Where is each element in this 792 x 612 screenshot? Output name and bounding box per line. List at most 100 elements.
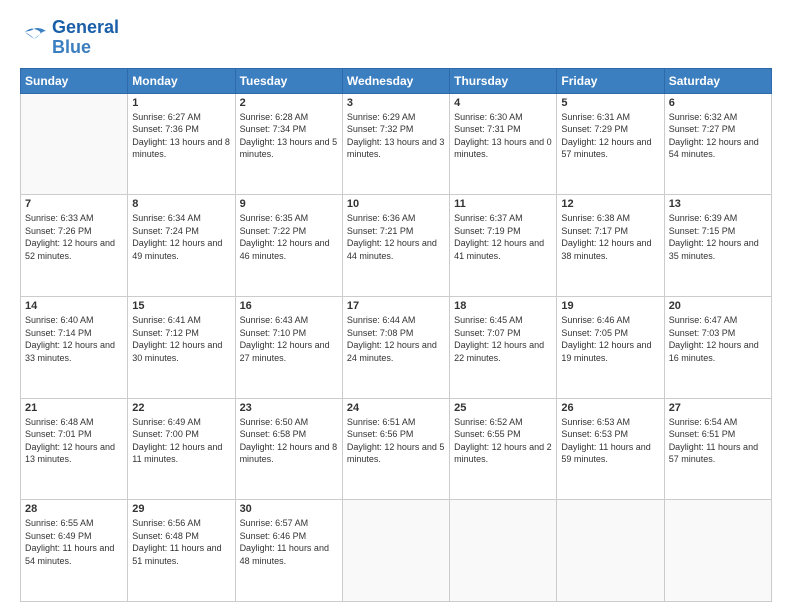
logo-icon <box>20 27 48 49</box>
day-info: Sunrise: 6:31 AMSunset: 7:29 PMDaylight:… <box>561 111 659 161</box>
day-info: Sunrise: 6:39 AMSunset: 7:15 PMDaylight:… <box>669 212 767 262</box>
day-cell: 17 Sunrise: 6:44 AMSunset: 7:08 PMDaylig… <box>342 296 449 398</box>
day-cell: 28 Sunrise: 6:55 AMSunset: 6:49 PMDaylig… <box>21 500 128 602</box>
day-cell: 18 Sunrise: 6:45 AMSunset: 7:07 PMDaylig… <box>450 296 557 398</box>
day-number: 28 <box>25 503 123 515</box>
day-cell: 12 Sunrise: 6:38 AMSunset: 7:17 PMDaylig… <box>557 195 664 297</box>
day-info: Sunrise: 6:50 AMSunset: 6:58 PMDaylight:… <box>240 416 338 466</box>
day-info: Sunrise: 6:54 AMSunset: 6:51 PMDaylight:… <box>669 416 767 466</box>
day-cell: 8 Sunrise: 6:34 AMSunset: 7:24 PMDayligh… <box>128 195 235 297</box>
day-number: 20 <box>669 300 767 312</box>
logo-text-line2: Blue <box>52 38 119 58</box>
day-info: Sunrise: 6:47 AMSunset: 7:03 PMDaylight:… <box>669 314 767 364</box>
day-number: 13 <box>669 198 767 210</box>
day-number: 17 <box>347 300 445 312</box>
day-number: 23 <box>240 402 338 414</box>
day-cell <box>664 500 771 602</box>
day-number: 26 <box>561 402 659 414</box>
day-info: Sunrise: 6:40 AMSunset: 7:14 PMDaylight:… <box>25 314 123 364</box>
day-info: Sunrise: 6:33 AMSunset: 7:26 PMDaylight:… <box>25 212 123 262</box>
day-cell: 4 Sunrise: 6:30 AMSunset: 7:31 PMDayligh… <box>450 93 557 195</box>
day-info: Sunrise: 6:37 AMSunset: 7:19 PMDaylight:… <box>454 212 552 262</box>
day-cell: 30 Sunrise: 6:57 AMSunset: 6:46 PMDaylig… <box>235 500 342 602</box>
day-cell: 16 Sunrise: 6:43 AMSunset: 7:10 PMDaylig… <box>235 296 342 398</box>
col-sunday: Sunday <box>21 68 128 93</box>
day-number: 12 <box>561 198 659 210</box>
header: General Blue <box>20 18 772 58</box>
day-number: 7 <box>25 198 123 210</box>
day-info: Sunrise: 6:41 AMSunset: 7:12 PMDaylight:… <box>132 314 230 364</box>
day-cell <box>21 93 128 195</box>
col-tuesday: Tuesday <box>235 68 342 93</box>
day-cell: 27 Sunrise: 6:54 AMSunset: 6:51 PMDaylig… <box>664 398 771 500</box>
week-row-3: 14 Sunrise: 6:40 AMSunset: 7:14 PMDaylig… <box>21 296 772 398</box>
day-cell: 7 Sunrise: 6:33 AMSunset: 7:26 PMDayligh… <box>21 195 128 297</box>
day-number: 6 <box>669 97 767 109</box>
week-row-4: 21 Sunrise: 6:48 AMSunset: 7:01 PMDaylig… <box>21 398 772 500</box>
day-info: Sunrise: 6:38 AMSunset: 7:17 PMDaylight:… <box>561 212 659 262</box>
day-cell: 21 Sunrise: 6:48 AMSunset: 7:01 PMDaylig… <box>21 398 128 500</box>
day-number: 11 <box>454 198 552 210</box>
day-number: 25 <box>454 402 552 414</box>
calendar-table: Sunday Monday Tuesday Wednesday Thursday… <box>20 68 772 602</box>
day-cell: 11 Sunrise: 6:37 AMSunset: 7:19 PMDaylig… <box>450 195 557 297</box>
day-number: 16 <box>240 300 338 312</box>
day-info: Sunrise: 6:28 AMSunset: 7:34 PMDaylight:… <box>240 111 338 161</box>
day-info: Sunrise: 6:45 AMSunset: 7:07 PMDaylight:… <box>454 314 552 364</box>
day-info: Sunrise: 6:30 AMSunset: 7:31 PMDaylight:… <box>454 111 552 161</box>
day-cell: 6 Sunrise: 6:32 AMSunset: 7:27 PMDayligh… <box>664 93 771 195</box>
day-cell: 1 Sunrise: 6:27 AMSunset: 7:36 PMDayligh… <box>128 93 235 195</box>
day-cell <box>450 500 557 602</box>
day-number: 30 <box>240 503 338 515</box>
day-info: Sunrise: 6:36 AMSunset: 7:21 PMDaylight:… <box>347 212 445 262</box>
day-cell: 25 Sunrise: 6:52 AMSunset: 6:55 PMDaylig… <box>450 398 557 500</box>
col-wednesday: Wednesday <box>342 68 449 93</box>
day-number: 10 <box>347 198 445 210</box>
day-info: Sunrise: 6:32 AMSunset: 7:27 PMDaylight:… <box>669 111 767 161</box>
day-cell: 24 Sunrise: 6:51 AMSunset: 6:56 PMDaylig… <box>342 398 449 500</box>
day-number: 2 <box>240 97 338 109</box>
day-cell: 20 Sunrise: 6:47 AMSunset: 7:03 PMDaylig… <box>664 296 771 398</box>
day-info: Sunrise: 6:44 AMSunset: 7:08 PMDaylight:… <box>347 314 445 364</box>
day-cell: 5 Sunrise: 6:31 AMSunset: 7:29 PMDayligh… <box>557 93 664 195</box>
day-number: 18 <box>454 300 552 312</box>
day-number: 4 <box>454 97 552 109</box>
day-cell: 13 Sunrise: 6:39 AMSunset: 7:15 PMDaylig… <box>664 195 771 297</box>
day-cell: 26 Sunrise: 6:53 AMSunset: 6:53 PMDaylig… <box>557 398 664 500</box>
day-info: Sunrise: 6:34 AMSunset: 7:24 PMDaylight:… <box>132 212 230 262</box>
day-number: 9 <box>240 198 338 210</box>
col-monday: Monday <box>128 68 235 93</box>
week-row-2: 7 Sunrise: 6:33 AMSunset: 7:26 PMDayligh… <box>21 195 772 297</box>
day-number: 29 <box>132 503 230 515</box>
day-number: 3 <box>347 97 445 109</box>
day-cell: 15 Sunrise: 6:41 AMSunset: 7:12 PMDaylig… <box>128 296 235 398</box>
logo: General Blue <box>20 18 119 58</box>
day-cell: 3 Sunrise: 6:29 AMSunset: 7:32 PMDayligh… <box>342 93 449 195</box>
day-number: 22 <box>132 402 230 414</box>
day-info: Sunrise: 6:56 AMSunset: 6:48 PMDaylight:… <box>132 517 230 567</box>
day-info: Sunrise: 6:43 AMSunset: 7:10 PMDaylight:… <box>240 314 338 364</box>
col-friday: Friday <box>557 68 664 93</box>
day-info: Sunrise: 6:53 AMSunset: 6:53 PMDaylight:… <box>561 416 659 466</box>
col-saturday: Saturday <box>664 68 771 93</box>
day-number: 8 <box>132 198 230 210</box>
day-number: 19 <box>561 300 659 312</box>
day-cell: 23 Sunrise: 6:50 AMSunset: 6:58 PMDaylig… <box>235 398 342 500</box>
day-cell: 29 Sunrise: 6:56 AMSunset: 6:48 PMDaylig… <box>128 500 235 602</box>
day-cell <box>342 500 449 602</box>
day-info: Sunrise: 6:35 AMSunset: 7:22 PMDaylight:… <box>240 212 338 262</box>
day-info: Sunrise: 6:29 AMSunset: 7:32 PMDaylight:… <box>347 111 445 161</box>
day-info: Sunrise: 6:46 AMSunset: 7:05 PMDaylight:… <box>561 314 659 364</box>
day-cell: 14 Sunrise: 6:40 AMSunset: 7:14 PMDaylig… <box>21 296 128 398</box>
header-row: Sunday Monday Tuesday Wednesday Thursday… <box>21 68 772 93</box>
day-number: 14 <box>25 300 123 312</box>
day-cell <box>557 500 664 602</box>
day-cell: 19 Sunrise: 6:46 AMSunset: 7:05 PMDaylig… <box>557 296 664 398</box>
day-cell: 10 Sunrise: 6:36 AMSunset: 7:21 PMDaylig… <box>342 195 449 297</box>
day-info: Sunrise: 6:57 AMSunset: 6:46 PMDaylight:… <box>240 517 338 567</box>
day-info: Sunrise: 6:48 AMSunset: 7:01 PMDaylight:… <box>25 416 123 466</box>
day-number: 24 <box>347 402 445 414</box>
day-cell: 2 Sunrise: 6:28 AMSunset: 7:34 PMDayligh… <box>235 93 342 195</box>
day-cell: 22 Sunrise: 6:49 AMSunset: 7:00 PMDaylig… <box>128 398 235 500</box>
day-number: 21 <box>25 402 123 414</box>
